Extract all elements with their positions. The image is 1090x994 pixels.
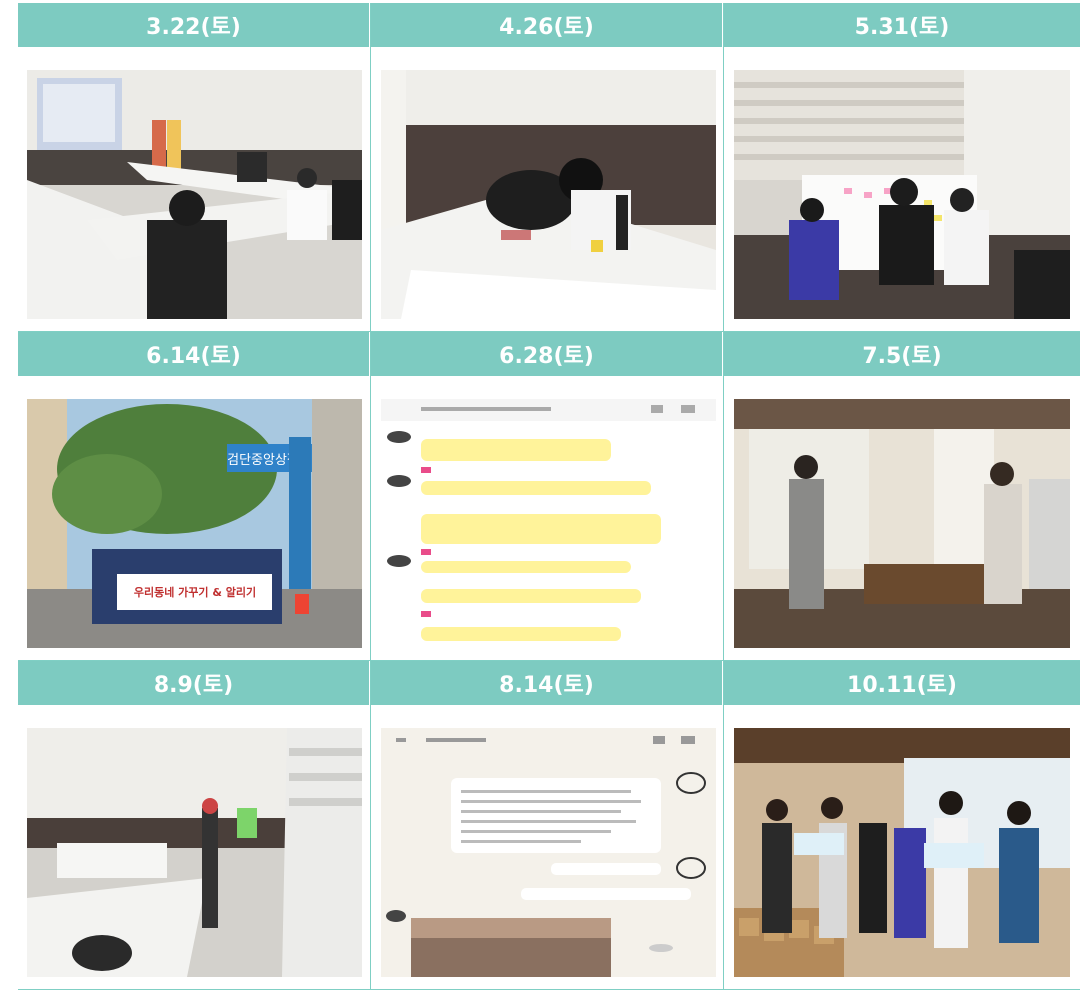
- activity-cell: 10.11(토): [724, 661, 1080, 990]
- activity-cell: 6.14(토) 검단중앙상점가 우리동네 가꾸기 & 알리기: [18, 332, 371, 661]
- activity-cell: 5.31(토): [724, 3, 1080, 332]
- cafe-interior-photo: [734, 399, 1070, 648]
- date-header: 3.22(토): [18, 3, 370, 47]
- activity-cell: 6.28(토): [371, 332, 724, 661]
- activity-cell: 3.22(토): [18, 3, 371, 332]
- market-street-group-photo: 검단중앙상점가 우리동네 가꾸기 & 알리기: [27, 399, 362, 648]
- banner-text: 우리동네 가꾸기 & 알리기: [134, 585, 256, 599]
- meeting-room-photo: [27, 70, 362, 319]
- chat-screenshot-photo: [381, 399, 716, 648]
- date-header: 8.9(토): [18, 661, 370, 705]
- date-header: 4.26(토): [371, 3, 723, 47]
- activity-cell: 4.26(토): [371, 3, 724, 332]
- date-header: 8.14(토): [371, 661, 723, 705]
- activity-photo-grid: 3.22(토) 4.26(토) 5.31(토) 6.14(토) 검단중앙상점가 …: [18, 3, 1080, 991]
- activity-cell: 8.9(토): [18, 661, 371, 990]
- empty-room-photo: [27, 728, 362, 977]
- activity-cell: 7.5(토): [724, 332, 1080, 661]
- activity-cell: 8.14(토): [371, 661, 724, 990]
- date-header: 6.28(토): [371, 332, 723, 376]
- date-header: 6.14(토): [18, 332, 370, 376]
- date-header: 7.5(토): [724, 332, 1080, 376]
- date-header: 10.11(토): [724, 661, 1080, 705]
- whiteboard-sticky-notes-photo: [734, 70, 1070, 319]
- students-writing-photo: [381, 70, 716, 319]
- group-with-bread-photo: [734, 728, 1070, 977]
- date-header: 5.31(토): [724, 3, 1080, 47]
- chat-screenshot-photo: [381, 728, 716, 977]
